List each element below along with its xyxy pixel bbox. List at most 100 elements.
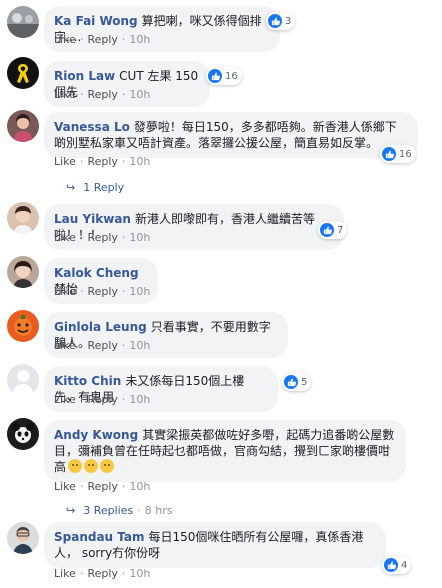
reaction-count[interactable]: 16: [206, 67, 242, 85]
comment-time[interactable]: 10h: [129, 88, 150, 101]
separator-dot: ·: [121, 285, 126, 298]
separator-dot: ·: [121, 33, 126, 46]
separator-dot: ·: [79, 285, 84, 298]
comment-actions: Like · Reply · 10h: [54, 285, 150, 299]
reaction-count[interactable]: 3: [266, 12, 296, 30]
like-icon: [382, 147, 396, 161]
comment-actions: Like · Reply · 10h: [54, 339, 150, 353]
reply-link[interactable]: Reply: [87, 567, 117, 580]
comment-bubble: Andy Kwong 其實梁振英都做咗好多嘢，起碼力追番啲公屋數目，彌補負曾在任時…: [44, 420, 406, 482]
avatar[interactable]: [7, 57, 39, 89]
reply-link[interactable]: Reply: [87, 33, 117, 46]
like-link[interactable]: Like: [54, 231, 76, 244]
separator-dot: ·: [121, 88, 126, 101]
reaction-number: 16: [399, 148, 412, 160]
reply-link[interactable]: Reply: [87, 88, 117, 101]
separator-dot: ·: [79, 480, 84, 493]
separator-dot: ·: [79, 339, 84, 352]
view-replies-link[interactable]: ↪ 3 Replies · 8 hrs: [66, 504, 172, 518]
separator-dot: ·: [121, 155, 126, 168]
comment-time[interactable]: 10h: [129, 285, 150, 298]
reply-time: 8 hrs: [144, 504, 173, 517]
reply-link[interactable]: Reply: [87, 393, 117, 406]
commenter-name[interactable]: Spandau Tam: [54, 530, 145, 544]
reply-arrow-icon: ↪: [66, 504, 76, 517]
replies-count[interactable]: 3 Replies: [83, 504, 133, 518]
avatar[interactable]: [7, 418, 39, 450]
like-link[interactable]: Like: [54, 155, 76, 168]
reaction-count[interactable]: 5: [282, 373, 312, 391]
reply-arrow-icon: ↪: [66, 181, 76, 194]
avatar[interactable]: [7, 364, 39, 396]
like-icon: [208, 69, 222, 83]
reaction-number: 3: [285, 15, 292, 27]
reply-link[interactable]: Reply: [87, 480, 117, 493]
commenter-name[interactable]: Lau Yikwan: [54, 212, 131, 226]
commenter-name[interactable]: Kalok Cheng: [54, 266, 139, 280]
crying-face-icon: [84, 459, 99, 473]
like-link[interactable]: Like: [54, 567, 76, 580]
comment-time[interactable]: 10h: [129, 567, 150, 580]
view-replies-link[interactable]: ↪ 1 Reply: [66, 181, 124, 195]
reaction-count[interactable]: 16: [380, 145, 416, 163]
like-link[interactable]: Like: [54, 285, 76, 298]
replies-count[interactable]: 1 Reply: [83, 181, 124, 195]
comment-actions: Like · Reply · 10h: [54, 393, 150, 407]
comment-actions: Like · Reply · 10h: [54, 567, 150, 581]
comment-actions: Like · Reply · 10h: [54, 33, 150, 47]
separator-dot: ·: [121, 231, 126, 244]
comment-actions: Like · Reply · 10h: [54, 155, 150, 169]
separator-dot: ·: [79, 231, 84, 244]
comment-bubble: Vanessa Lo 發夢啦！每日150，多多都唔夠。新香港人係鄉下啲別墅私家車又…: [44, 112, 418, 158]
commenter-name[interactable]: Kitto Chin: [54, 374, 121, 388]
like-link[interactable]: Like: [54, 339, 76, 352]
comment-time[interactable]: 10h: [129, 231, 150, 244]
separator-dot: ·: [79, 393, 84, 406]
commenter-name[interactable]: Ginlola Leung: [54, 320, 147, 334]
separator-dot: ·: [79, 155, 84, 168]
avatar[interactable]: [7, 256, 39, 288]
comment-time[interactable]: 10h: [129, 155, 150, 168]
separator-dot: ·: [121, 339, 126, 352]
comment-actions: Like · Reply · 10h: [54, 480, 150, 494]
reply-link[interactable]: Reply: [87, 155, 117, 168]
comment-time[interactable]: 10h: [129, 480, 150, 493]
reply-link[interactable]: Reply: [87, 285, 117, 298]
commenter-name[interactable]: Vanessa Lo: [54, 120, 130, 134]
comment-time[interactable]: 10h: [129, 339, 150, 352]
reply-link[interactable]: Reply: [87, 339, 117, 352]
commenter-name[interactable]: Andy Kwong: [54, 428, 138, 442]
crying-face-icon: [68, 459, 83, 473]
reaction-count[interactable]: 7: [318, 221, 348, 239]
crying-face-icon: [100, 459, 115, 473]
like-icon: [268, 14, 282, 28]
avatar[interactable]: [7, 110, 39, 142]
avatar[interactable]: [7, 310, 39, 342]
reaction-number: 7: [337, 224, 344, 236]
avatar[interactable]: [7, 522, 39, 554]
comment-time[interactable]: 10h: [129, 33, 150, 46]
like-link[interactable]: Like: [54, 33, 76, 46]
like-link[interactable]: Like: [54, 480, 76, 493]
reaction-number: 16: [225, 70, 238, 82]
comment-time[interactable]: 10h: [129, 393, 150, 406]
separator-dot: ·: [79, 33, 84, 46]
reply-link[interactable]: Reply: [87, 231, 117, 244]
separator-dot: ·: [137, 504, 141, 517]
commenter-name[interactable]: Ka Fai Wong: [54, 14, 138, 28]
comment-actions: Like · Reply · 10h: [54, 88, 150, 102]
like-icon: [384, 558, 398, 572]
avatar[interactable]: [7, 202, 39, 234]
comment-actions: Like · Reply · 10h: [54, 231, 150, 245]
reaction-number: 4: [401, 559, 408, 571]
avatar[interactable]: [7, 6, 39, 38]
like-link[interactable]: Like: [54, 88, 76, 101]
like-icon: [284, 375, 298, 389]
like-icon: [320, 223, 334, 237]
separator-dot: ·: [121, 480, 126, 493]
separator-dot: ·: [79, 88, 84, 101]
like-link[interactable]: Like: [54, 393, 76, 406]
reaction-count[interactable]: 4: [382, 556, 412, 574]
separator-dot: ·: [121, 567, 126, 580]
commenter-name[interactable]: Rion Law: [54, 69, 115, 83]
